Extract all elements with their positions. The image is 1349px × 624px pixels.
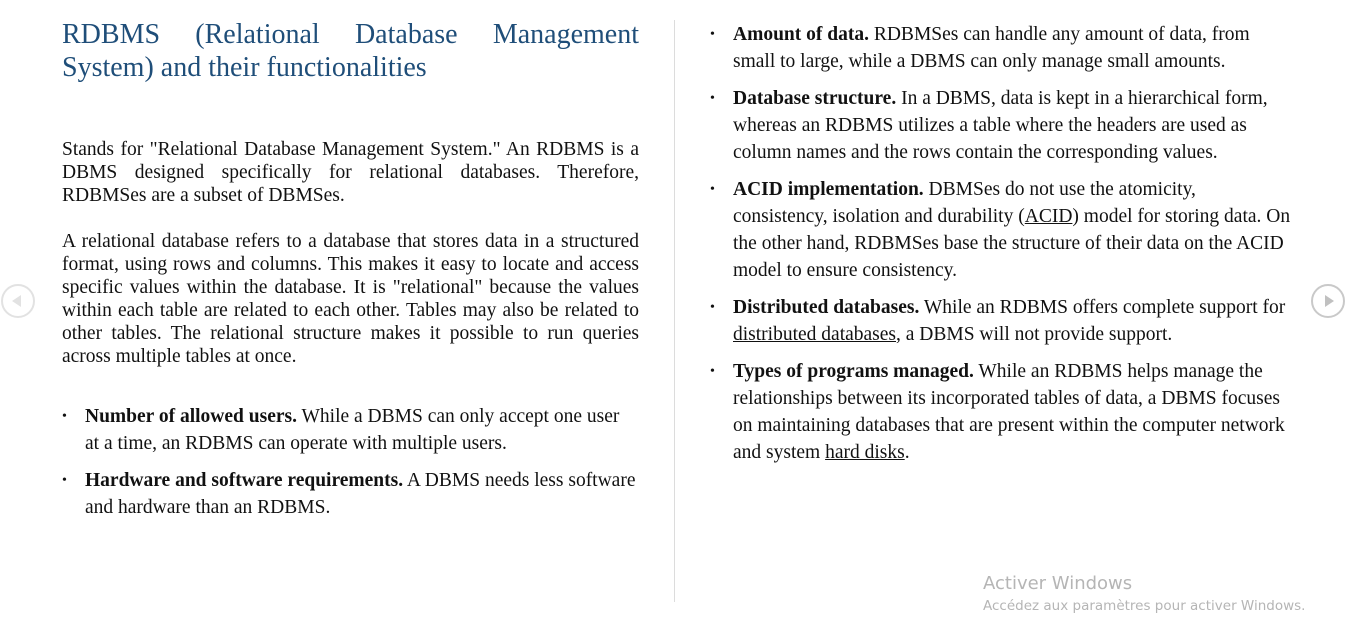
- list-item-text-after: , a DBMS will not provide support.: [896, 324, 1173, 345]
- watermark-subtitle: Accédez aux paramètres pour activer Wind…: [983, 598, 1306, 614]
- bullet-icon: •: [710, 91, 715, 106]
- chevron-left-icon: [12, 295, 21, 307]
- list-item-allowed-users: • Number of allowed users. While a DBMS c…: [62, 403, 637, 457]
- bullet-list-left: • Number of allowed users. While a DBMS c…: [62, 403, 637, 531]
- list-item-text-after: .: [904, 442, 910, 463]
- list-item-acid: • ACID implementation. DBMSes do not use …: [710, 176, 1295, 284]
- list-item-term: Hardware and software requirements.: [85, 470, 404, 491]
- list-item-term: Number of allowed users.: [85, 406, 297, 427]
- list-item-amount-of-data: • Amount of data. RDBMSes can handle any …: [710, 21, 1295, 75]
- distributed-databases-link[interactable]: distributed databases: [733, 324, 896, 345]
- bullet-icon: •: [710, 364, 715, 379]
- hard-disks-link[interactable]: hard disks: [825, 442, 905, 463]
- bullet-icon: •: [710, 300, 715, 315]
- bullet-icon: •: [62, 473, 67, 488]
- bullet-icon: •: [710, 27, 715, 42]
- bullet-icon: •: [710, 182, 715, 197]
- bullet-icon: •: [62, 409, 67, 424]
- list-item-term: Amount of data.: [733, 24, 869, 45]
- list-item-text: While an RDBMS offers complete support f…: [919, 297, 1286, 318]
- page-title: RDBMS (Relational Database Management Sy…: [62, 19, 639, 83]
- acid-link[interactable]: ACID: [1025, 206, 1073, 227]
- watermark-title: Activer Windows: [983, 573, 1133, 594]
- list-item-programs-managed: • Types of programs managed. While an RDB…: [710, 358, 1295, 466]
- column-divider: [674, 20, 675, 602]
- list-item-database-structure: • Database structure. In a DBMS, data is …: [710, 85, 1295, 166]
- activation-watermark: Activer Windows Accédez aux paramètres p…: [983, 572, 1305, 616]
- list-item-term: Database structure.: [733, 88, 897, 109]
- relational-paragraph: A relational database refers to a databa…: [62, 231, 639, 367]
- list-item-hardware: • Hardware and software requirements. A D…: [62, 467, 637, 521]
- chevron-right-icon: [1325, 295, 1334, 307]
- intro-paragraph: Stands for "Relational Database Manageme…: [62, 139, 639, 206]
- next-page-button[interactable]: [1311, 284, 1345, 318]
- previous-page-button[interactable]: [1, 284, 35, 318]
- list-item-distributed-databases: • Distributed databases. While an RDBMS o…: [710, 294, 1295, 348]
- list-item-term: Distributed databases.: [733, 297, 920, 318]
- list-item-term: Types of programs managed.: [733, 361, 974, 382]
- bullet-list-right: • Amount of data. RDBMSes can handle any …: [710, 21, 1295, 476]
- list-item-term: ACID implementation.: [733, 179, 924, 200]
